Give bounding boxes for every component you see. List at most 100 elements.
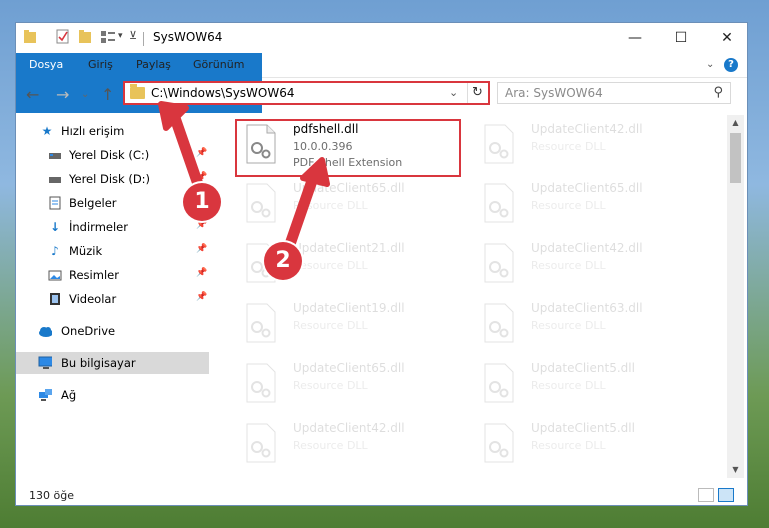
help-icon[interactable]: ? bbox=[724, 58, 738, 72]
title-separator bbox=[143, 32, 144, 46]
search-box[interactable]: Ara: SysWOW64 ⚲ bbox=[497, 82, 731, 104]
dll-file-icon bbox=[246, 303, 276, 343]
address-bar[interactable]: C:\Windows\SysWOW64 ⌄ ↻ bbox=[123, 81, 490, 105]
address-path[interactable]: C:\Windows\SysWOW64 bbox=[151, 86, 295, 100]
dll-file-icon bbox=[484, 363, 514, 403]
file-item[interactable]: UpdateClient42.dll Resource DLL bbox=[236, 417, 456, 477]
scroll-thumb[interactable] bbox=[730, 133, 741, 183]
file-description: Resource DLL bbox=[293, 439, 368, 452]
dll-file-icon bbox=[484, 243, 514, 283]
sidebar-item-label: Yerel Disk (C:) bbox=[69, 148, 150, 162]
network-icon bbox=[39, 389, 52, 401]
tab-giris[interactable]: Giriş bbox=[78, 53, 123, 77]
pin-icon[interactable]: 📌 bbox=[196, 220, 207, 230]
pictures-icon bbox=[48, 270, 62, 281]
star-icon: ★ bbox=[41, 124, 53, 138]
search-placeholder[interactable]: Ara: SysWOW64 bbox=[505, 86, 603, 100]
status-item-count: 130 öğe bbox=[29, 489, 74, 502]
file-item[interactable]: UpdateClient65.dll Resource DLL bbox=[474, 177, 694, 237]
recent-locations-icon[interactable]: ⌄ bbox=[81, 89, 89, 100]
sidebar-item-documents[interactable]: Belgeler 📌 bbox=[16, 192, 209, 214]
sidebar-item-drive-c[interactable]: Yerel Disk (C:) 📌 bbox=[16, 144, 209, 166]
file-description: Resource DLL bbox=[293, 259, 368, 272]
refresh-icon[interactable]: ↻ bbox=[467, 83, 487, 103]
sidebar-item-network[interactable]: Ağ bbox=[16, 384, 209, 406]
tab-paylas[interactable]: Paylaş bbox=[126, 53, 181, 77]
file-name: UpdateClient63.dll bbox=[531, 301, 643, 315]
sidebar-item-videos[interactable]: Videolar 📌 bbox=[16, 288, 209, 310]
file-description: Resource DLL bbox=[293, 379, 368, 392]
file-name: UpdateClient42.dll bbox=[531, 241, 643, 255]
sidebar-item-onedrive[interactable]: OneDrive bbox=[16, 320, 209, 342]
file-item[interactable]: UpdateClient5.dll Resource DLL bbox=[474, 357, 694, 417]
minimize-button[interactable]: — bbox=[612, 23, 658, 53]
forward-arrow-icon[interactable]: → bbox=[56, 85, 69, 104]
back-arrow-icon[interactable]: ← bbox=[26, 85, 39, 104]
search-icon[interactable]: ⚲ bbox=[713, 85, 723, 100]
drive-icon bbox=[49, 177, 61, 183]
file-description: Resource DLL bbox=[531, 379, 606, 392]
pin-icon[interactable]: 📌 bbox=[196, 268, 207, 278]
window-title: SysWOW64 bbox=[153, 30, 223, 44]
pin-icon[interactable]: 📌 bbox=[196, 172, 207, 182]
scroll-up-icon[interactable]: ▲ bbox=[727, 115, 744, 131]
properties-icon[interactable] bbox=[56, 29, 70, 45]
sidebar-item-drive-d[interactable]: Yerel Disk (D:) 📌 bbox=[16, 168, 209, 190]
file-item[interactable]: UpdateClient65.dll Resource DLL bbox=[236, 357, 456, 417]
quick-access-dropdown-icon[interactable]: ▾ bbox=[118, 31, 123, 41]
file-item[interactable]: UpdateClient5.dll Resource DLL bbox=[474, 417, 694, 477]
video-icon bbox=[50, 293, 60, 305]
large-icons-view-icon[interactable] bbox=[718, 488, 734, 502]
computer-icon bbox=[38, 356, 52, 369]
customize-toolbar-icon[interactable]: ⊻ bbox=[129, 29, 137, 42]
vertical-scrollbar[interactable]: ▲ ▼ bbox=[727, 115, 744, 478]
sidebar-item-this-pc[interactable]: Bu bilgisayar bbox=[16, 352, 209, 374]
file-description: Resource DLL bbox=[293, 319, 368, 332]
dll-file-icon bbox=[246, 423, 276, 463]
view-options-icon[interactable] bbox=[100, 29, 116, 45]
file-description: Resource DLL bbox=[531, 199, 606, 212]
sidebar-item-quick-access[interactable]: ★ Hızlı erişim bbox=[16, 120, 209, 142]
new-folder-icon[interactable] bbox=[78, 29, 92, 45]
documents-icon bbox=[49, 196, 61, 210]
file-item[interactable]: UpdateClient42.dll Resource DLL bbox=[474, 237, 694, 297]
file-item[interactable]: UpdateClient65.dll Resource DLL bbox=[236, 177, 456, 237]
address-dropdown-icon[interactable]: ⌄ bbox=[449, 86, 458, 99]
file-name: UpdateClient65.dll bbox=[293, 181, 405, 195]
file-name: UpdateClient65.dll bbox=[293, 361, 405, 375]
maximize-button[interactable]: ☐ bbox=[658, 23, 704, 53]
file-highlight-box bbox=[235, 119, 461, 177]
pin-icon[interactable]: 📌 bbox=[196, 292, 207, 302]
sidebar-item-label: Müzik bbox=[69, 244, 103, 258]
close-button[interactable]: ✕ bbox=[704, 23, 747, 53]
up-arrow-icon[interactable]: ↑ bbox=[101, 85, 114, 104]
music-icon: ♪ bbox=[51, 244, 59, 258]
file-description: Resource DLL bbox=[531, 259, 606, 272]
explorer-window: ▾ ⊻ SysWOW64 — ☐ ✕ Dosya Giriş Paylaş Gö… bbox=[15, 22, 748, 506]
details-view-icon[interactable] bbox=[698, 488, 714, 502]
file-item[interactable]: UpdateClient42.dll Resource DLL bbox=[474, 118, 694, 178]
annotation-step-2: 2 bbox=[264, 242, 302, 280]
file-item[interactable]: UpdateClient19.dll Resource DLL bbox=[236, 297, 456, 357]
ribbon: Dosya Giriş Paylaş Görünüm ⌄ ? bbox=[16, 53, 747, 113]
scroll-down-icon[interactable]: ▼ bbox=[727, 462, 744, 478]
file-name: UpdateClient19.dll bbox=[293, 301, 405, 315]
file-description: Resource DLL bbox=[293, 199, 368, 212]
expand-ribbon-icon[interactable]: ⌄ bbox=[706, 59, 714, 70]
file-description: Resource DLL bbox=[531, 140, 606, 153]
sidebar-item-downloads[interactable]: ↓ İndirmeler 📌 bbox=[16, 216, 209, 238]
dll-file-icon bbox=[484, 124, 514, 164]
folder-icon[interactable] bbox=[23, 29, 37, 45]
dll-file-icon bbox=[484, 303, 514, 343]
file-description: Resource DLL bbox=[531, 439, 606, 452]
dll-file-icon bbox=[246, 363, 276, 403]
pin-icon[interactable]: 📌 bbox=[196, 148, 207, 158]
sidebar-item-music[interactable]: ♪ Müzik 📌 bbox=[16, 240, 209, 262]
file-item[interactable]: UpdateClient63.dll Resource DLL bbox=[474, 297, 694, 357]
pin-icon[interactable]: 📌 bbox=[196, 244, 207, 254]
sidebar-item-pictures[interactable]: Resimler 📌 bbox=[16, 264, 209, 286]
sidebar-item-label: Ağ bbox=[61, 388, 77, 402]
tab-gorunum[interactable]: Görünüm bbox=[183, 53, 254, 77]
sidebar-item-label: Yerel Disk (D:) bbox=[69, 172, 151, 186]
sidebar-item-label: Belgeler bbox=[69, 196, 117, 210]
